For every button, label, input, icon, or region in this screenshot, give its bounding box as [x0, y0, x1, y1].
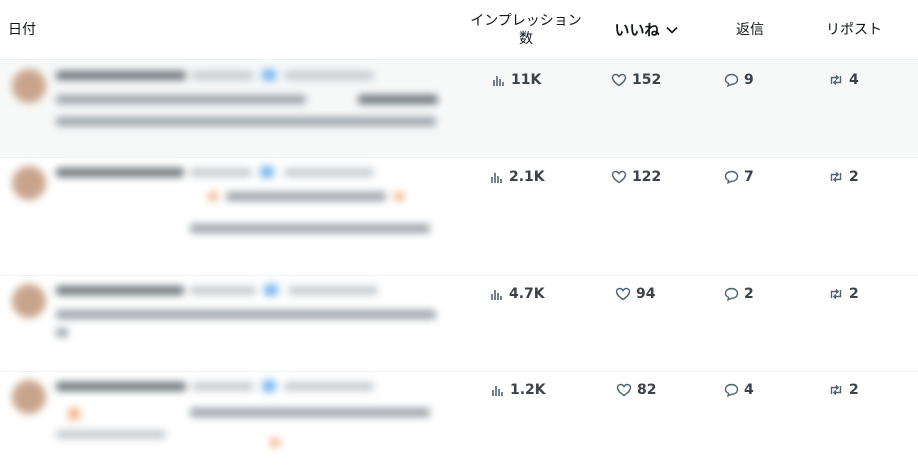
replies-count: 4	[724, 382, 754, 398]
reply-bubble-icon	[724, 287, 739, 301]
impressions-count: 11K	[492, 72, 541, 88]
post-preview[interactable]	[8, 67, 448, 147]
table-header: 日付 インプレッション数 いいね 返信 リポスト	[0, 0, 918, 60]
reposts-count: 2	[828, 169, 859, 185]
analytics-table: 日付 インプレッション数 いいね 返信 リポスト 11K 152 9 4 2.1…	[0, 0, 918, 475]
likes-count: 82	[616, 382, 656, 398]
column-header-replies[interactable]: 返信	[712, 0, 788, 60]
repost-icon	[830, 171, 842, 183]
post-preview[interactable]	[8, 164, 448, 244]
impressions-count: 4.7K	[490, 286, 545, 302]
table-row[interactable]: 2.1K 122 7 2	[0, 158, 918, 276]
column-header-reposts[interactable]: リポスト	[812, 0, 896, 60]
likes-count: 122	[611, 169, 661, 185]
column-header-impressions[interactable]: インプレッション数	[468, 0, 584, 60]
repost-icon	[830, 384, 842, 396]
table-row[interactable]: 1.2K 82 4 2	[0, 372, 918, 475]
heart-icon	[611, 73, 627, 87]
avatar	[12, 166, 46, 200]
repost-icon	[830, 74, 842, 86]
replies-count: 2	[724, 286, 754, 302]
heart-icon	[615, 287, 631, 301]
post-preview[interactable]	[8, 378, 448, 458]
reply-bubble-icon	[724, 383, 739, 397]
bar-chart-icon	[492, 386, 503, 396]
heart-icon	[611, 170, 627, 184]
table-row[interactable]: 11K 152 9 4	[0, 61, 918, 158]
reposts-count: 2	[828, 286, 859, 302]
bar-chart-icon	[493, 76, 504, 86]
bar-chart-icon	[491, 173, 502, 183]
replies-count: 7	[724, 169, 754, 185]
bar-chart-icon	[491, 290, 502, 300]
column-header-date[interactable]: 日付	[8, 0, 36, 60]
heart-icon	[616, 383, 632, 397]
avatar	[12, 284, 46, 318]
post-preview[interactable]	[8, 282, 448, 362]
column-header-likes[interactable]: いいね	[602, 0, 690, 60]
reposts-count: 4	[828, 72, 859, 88]
likes-count: 94	[615, 286, 655, 302]
reposts-count: 2	[828, 382, 859, 398]
chevron-down-icon	[665, 20, 678, 38]
impressions-count: 1.2K	[491, 382, 546, 398]
table-row[interactable]: 4.7K 94 2 2	[0, 276, 918, 372]
avatar	[12, 69, 46, 103]
avatar	[12, 380, 46, 414]
replies-count: 9	[724, 72, 754, 88]
reply-bubble-icon	[724, 73, 739, 87]
repost-icon	[830, 288, 842, 300]
reply-bubble-icon	[724, 170, 739, 184]
likes-count: 152	[611, 72, 661, 88]
impressions-count: 2.1K	[490, 169, 545, 185]
